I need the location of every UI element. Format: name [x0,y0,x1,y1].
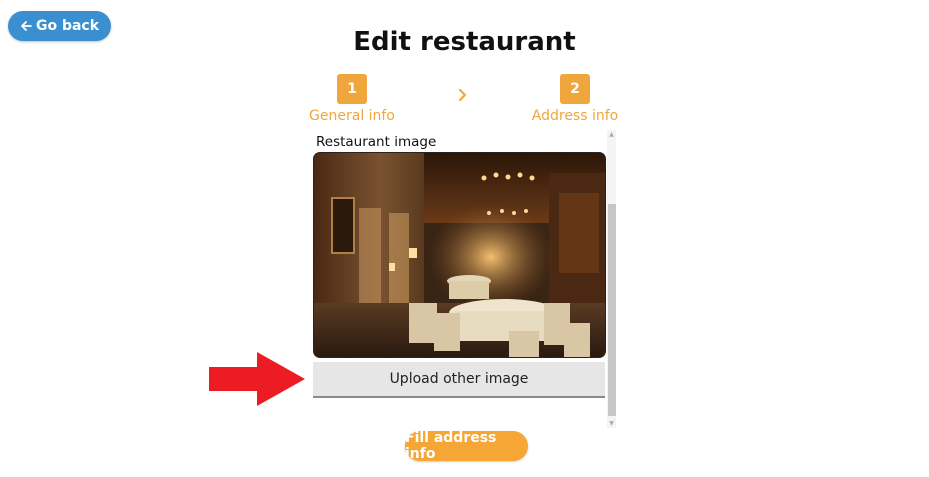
step-number: 1 [337,74,367,104]
fill-address-info-button[interactable]: Fill address info [405,430,528,462]
scroll-up-arrow-icon[interactable]: ▲ [607,130,616,139]
red-arrow-icon [209,352,305,406]
restaurant-image [313,152,606,358]
step-number: 2 [560,74,590,104]
scroll-down-arrow-icon[interactable]: ▼ [607,419,616,428]
scrollbar-thumb[interactable] [608,204,616,416]
scroll-panel[interactable]: Restaurant image Upload other image ▲ ▼ [312,130,616,428]
page-title: Edit restaurant [353,27,576,57]
step-label: Address info [531,108,619,124]
step-label: General info [309,108,395,124]
scrollbar[interactable]: ▲ ▼ [607,130,616,428]
step-general-info[interactable]: 1 General info [308,74,396,124]
upload-image-button[interactable]: Upload other image [313,362,605,398]
restaurant-image-label: Restaurant image [316,134,437,150]
chevron-right-icon [458,88,467,102]
step-address-info[interactable]: 2 Address info [532,74,618,124]
